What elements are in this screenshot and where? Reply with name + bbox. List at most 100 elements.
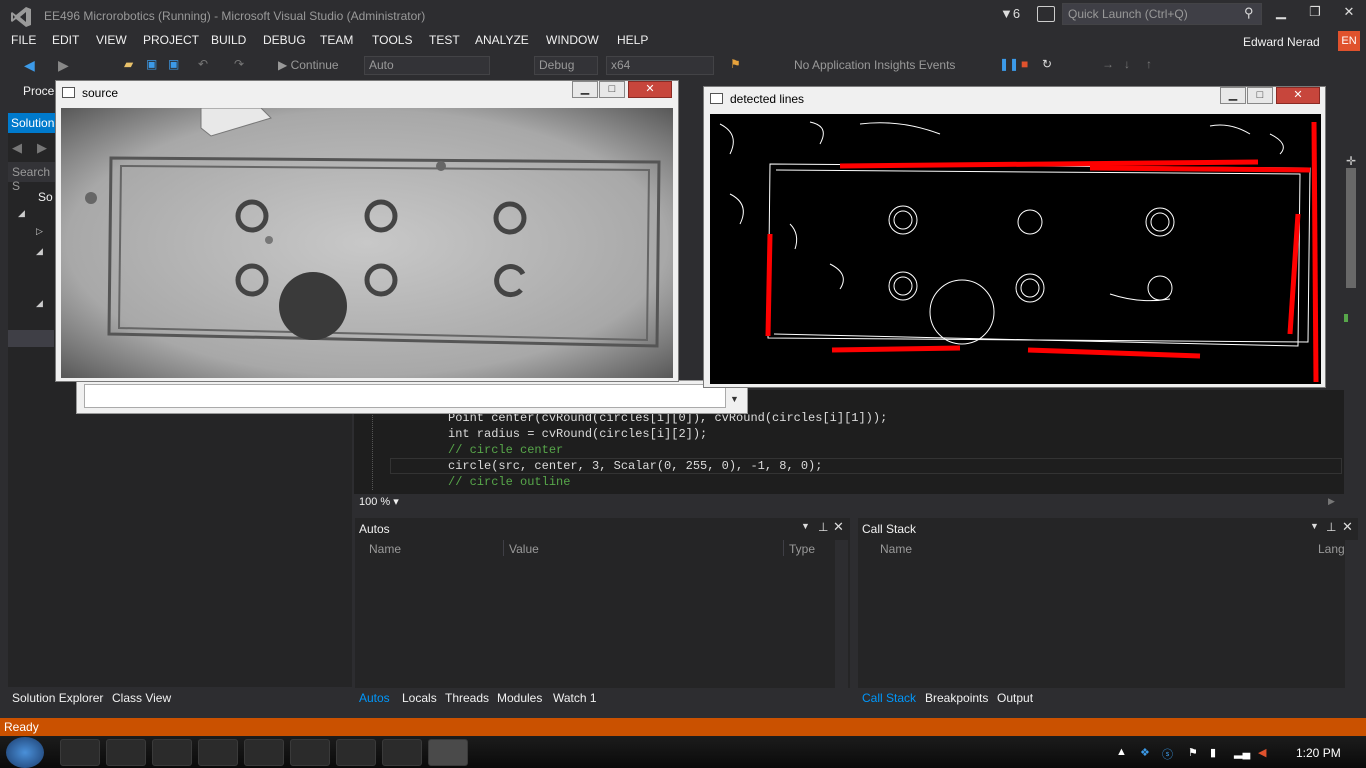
background-dialog-field[interactable] [84, 384, 726, 408]
column-value[interactable]: Value [509, 542, 539, 556]
platform-combo[interactable]: x64 [606, 56, 714, 75]
close-icon[interactable]: ✕ [1342, 519, 1353, 535]
menu-file[interactable]: FILE [11, 33, 36, 47]
collapsed-icon[interactable]: ▷ [36, 226, 43, 237]
tab-class-view[interactable]: Class View [112, 691, 171, 705]
taskbar-app-icon[interactable] [152, 739, 192, 766]
menu-view[interactable]: VIEW [96, 33, 127, 47]
volume-muted-icon[interactable]: ◀ [1258, 746, 1270, 759]
code-line[interactable]: int radius = cvRound(circles[i][2]); [448, 427, 707, 441]
skype-icon[interactable]: ⓢ [1162, 746, 1174, 761]
menu-edit[interactable]: EDIT [52, 33, 79, 47]
taskbar-visual-studio-icon[interactable] [198, 739, 238, 766]
forward-icon[interactable]: ▶ [37, 140, 47, 156]
scroll-right-icon[interactable]: ▶ [1328, 496, 1335, 507]
minimize-button[interactable]: ▁ [1220, 87, 1246, 104]
taskbar-chrome-icon[interactable] [60, 739, 100, 766]
autos-scrollbar[interactable] [835, 540, 848, 688]
undo-icon[interactable]: ↶ [198, 57, 212, 71]
expand-icon[interactable]: ◢ [36, 246, 43, 257]
minimize-button[interactable]: ▁ [572, 81, 598, 98]
close-button[interactable]: ✕ [1334, 4, 1364, 24]
column-language[interactable]: Lang [1318, 542, 1344, 556]
solution-search-input[interactable]: Search S [8, 162, 58, 193]
column-type[interactable]: Type [789, 542, 815, 556]
notifications-flag[interactable]: ▼6 [1000, 6, 1020, 21]
menu-test[interactable]: TEST [429, 33, 460, 47]
menu-build[interactable]: BUILD [211, 33, 246, 47]
back-icon[interactable]: ◀ [24, 57, 38, 73]
language-badge[interactable]: EN [1338, 31, 1360, 51]
dropdown-icon[interactable]: ▼ [801, 521, 810, 531]
back-icon[interactable]: ◀ [12, 140, 22, 156]
code-comment[interactable]: // circle center [448, 443, 563, 457]
zoom-combo[interactable]: 100 % ▾ [356, 494, 416, 510]
menu-team[interactable]: TEAM [320, 33, 353, 47]
call-stack-scrollbar[interactable] [1345, 540, 1358, 688]
stop-icon[interactable]: ■ [1021, 57, 1035, 71]
tab-modules[interactable]: Modules [497, 691, 542, 705]
minimize-button[interactable]: ▁ [1266, 4, 1296, 24]
search-icon[interactable]: ⚲ [1244, 5, 1254, 21]
step-over-icon[interactable]: → [1102, 57, 1116, 71]
menu-project[interactable]: PROJECT [143, 33, 199, 47]
column-name[interactable]: Name [880, 542, 912, 556]
tab-watch-1[interactable]: Watch 1 [553, 691, 597, 705]
dropdown-icon[interactable]: ▼ [1310, 521, 1319, 531]
taskbar-app-icon[interactable] [244, 739, 284, 766]
close-button[interactable]: ✕ [1276, 87, 1320, 104]
save-icon[interactable]: ▣ [146, 57, 160, 71]
taskbar-explorer-icon[interactable] [106, 739, 146, 766]
expand-icon[interactable]: ◢ [18, 208, 25, 219]
find-icon[interactable]: ⚑ [730, 57, 744, 71]
tab-solution-explorer[interactable]: Solution Explorer [12, 691, 103, 705]
tab-breakpoints[interactable]: Breakpoints [925, 691, 988, 705]
dropdown-icon[interactable]: ▼ [730, 394, 739, 404]
build-config-combo[interactable]: Debug [534, 56, 598, 75]
taskbar-app-icon[interactable] [382, 739, 422, 766]
scrollbar-thumb[interactable] [1346, 168, 1356, 288]
clock[interactable]: 1:20 PM [1296, 746, 1341, 760]
pin-icon[interactable]: ⊥ [818, 520, 828, 534]
tab-call-stack[interactable]: Call Stack [862, 691, 916, 705]
tab-autos[interactable]: Autos [359, 691, 390, 705]
taskbar-app-icon[interactable] [336, 739, 376, 766]
quick-launch-input[interactable]: Quick Launch (Ctrl+Q) [1062, 3, 1262, 25]
restore-button[interactable]: ❐ [1300, 4, 1330, 24]
save-all-icon[interactable]: ▣ [168, 57, 182, 71]
show-hidden-icons-icon[interactable]: ▲ [1116, 746, 1128, 758]
maximize-button[interactable]: □ [1247, 87, 1273, 104]
selected-tree-row[interactable] [8, 330, 54, 347]
maximize-button[interactable]: □ [599, 81, 625, 98]
restart-icon[interactable]: ↻ [1042, 57, 1056, 71]
column-name[interactable]: Name [369, 542, 401, 556]
open-folder-icon[interactable]: ▰ [124, 57, 138, 71]
menu-analyze[interactable]: ANALYZE [475, 33, 529, 47]
split-icon[interactable]: ✛ [1346, 154, 1356, 168]
start-button[interactable] [6, 737, 44, 768]
network-icon[interactable]: ▂▄ [1234, 746, 1250, 759]
feedback-icon[interactable] [1037, 6, 1055, 22]
menu-window[interactable]: WINDOW [546, 33, 599, 47]
solution-explorer-tab[interactable]: Solution [8, 113, 58, 133]
power-icon[interactable]: ▮ [1210, 746, 1222, 759]
continue-button[interactable]: ▶ Continue [278, 58, 339, 72]
menu-tools[interactable]: TOOLS [372, 33, 412, 47]
pin-icon[interactable]: ⊥ [1326, 520, 1336, 534]
pause-icon[interactable]: ❚❚ [999, 57, 1019, 71]
solution-node[interactable]: So [38, 190, 53, 204]
menu-help[interactable]: HELP [617, 33, 648, 47]
user-name[interactable]: Edward Nerad [1243, 35, 1320, 49]
action-center-icon[interactable]: ⚑ [1188, 746, 1200, 759]
step-out-icon[interactable]: ↑ [1146, 57, 1160, 71]
taskbar-acrobat-icon[interactable] [290, 739, 330, 766]
redo-icon[interactable]: ↷ [234, 57, 248, 71]
expand-icon[interactable]: ◢ [36, 298, 43, 309]
config-combo[interactable]: Auto [364, 56, 490, 75]
dropbox-icon[interactable]: ❖ [1140, 746, 1152, 759]
code-comment[interactable]: // circle outline [448, 475, 570, 489]
menu-debug[interactable]: DEBUG [263, 33, 306, 47]
taskbar-opencv-window-icon[interactable] [428, 739, 468, 766]
tab-threads[interactable]: Threads [445, 691, 489, 705]
forward-icon[interactable]: ▶ [58, 57, 72, 73]
